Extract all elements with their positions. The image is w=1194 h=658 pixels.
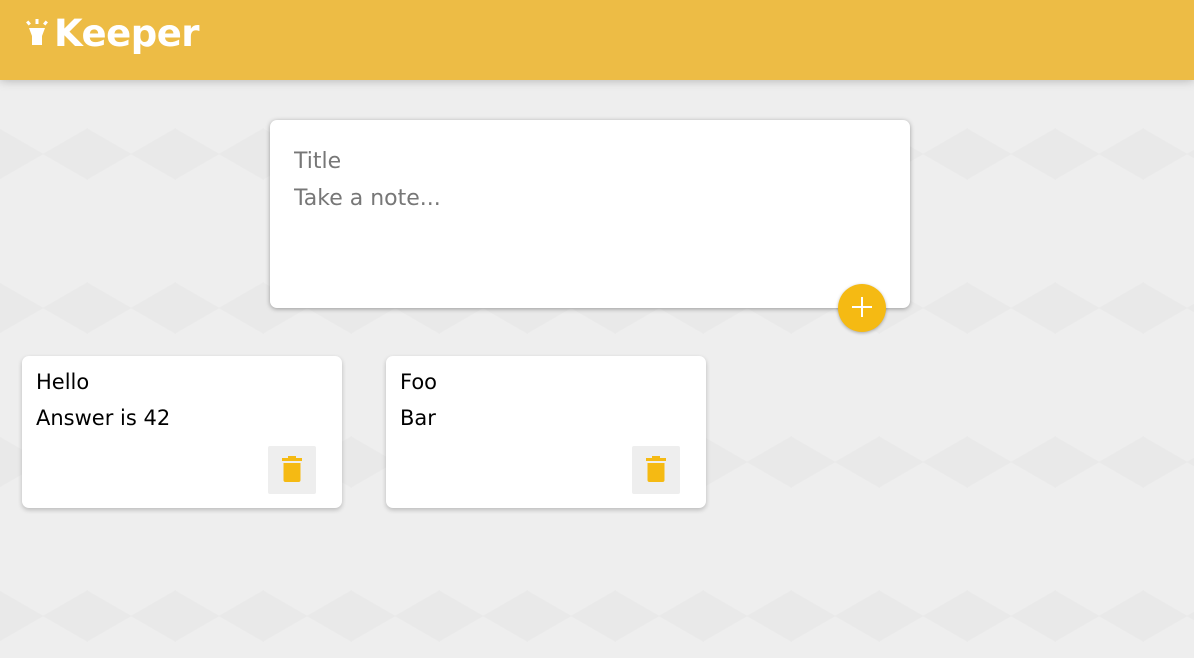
highlight-lamp-icon xyxy=(26,18,48,49)
app-logo: Keeper xyxy=(26,12,200,55)
delete-note-button[interactable] xyxy=(632,446,680,494)
note-content-input[interactable] xyxy=(294,186,874,266)
note-content: Answer is 42 xyxy=(36,406,171,430)
trash-icon xyxy=(282,455,302,485)
plus-icon xyxy=(851,296,873,321)
note-title-input[interactable] xyxy=(294,146,874,176)
app-title: Keeper xyxy=(54,12,200,55)
trash-icon xyxy=(646,455,666,485)
create-note-form xyxy=(270,120,910,308)
add-note-button[interactable] xyxy=(838,284,886,332)
note-card: Hello Answer is 42 xyxy=(22,356,342,508)
delete-note-button[interactable] xyxy=(268,446,316,494)
app-header: Keeper xyxy=(0,0,1194,80)
note-card: Foo Bar xyxy=(386,356,706,508)
note-title: Hello xyxy=(36,370,90,394)
note-content: Bar xyxy=(400,406,436,430)
note-title: Foo xyxy=(400,370,438,394)
